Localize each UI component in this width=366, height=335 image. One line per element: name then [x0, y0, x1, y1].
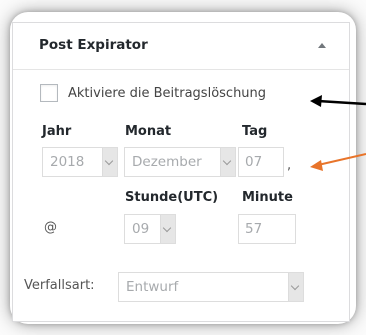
enable-expiration-row[interactable]: Aktiviere die Beitragslöschung: [40, 84, 266, 102]
minute-input[interactable]: 57: [238, 214, 296, 244]
month-select-value: Dezember: [132, 154, 202, 170]
day-header: Tag: [242, 124, 268, 139]
month-select[interactable]: Dezember: [124, 147, 236, 177]
hour-select-value: 09: [132, 221, 150, 237]
day-input-value: 07: [245, 154, 263, 170]
expiry-type-label: Verfallsart:: [24, 278, 95, 293]
collapse-triangle-icon[interactable]: [315, 39, 329, 53]
enable-expiration-checkbox[interactable]: [40, 84, 58, 102]
date-comma: ,: [287, 158, 292, 173]
screenshot-stage: Post Expirator Aktiviere die Beitragslös…: [0, 0, 366, 335]
chevron-down-icon: [102, 148, 117, 176]
expiry-type-select[interactable]: Entwurf: [118, 272, 304, 302]
expiry-type-select-value: Entwurf: [126, 279, 179, 295]
month-header: Monat: [125, 124, 172, 139]
minute-input-value: 57: [245, 221, 263, 237]
enable-expiration-label: Aktiviere die Beitragslöschung: [68, 85, 267, 101]
year-select[interactable]: 2018: [42, 147, 118, 177]
minute-header: Minute: [242, 190, 293, 205]
chevron-down-icon: [220, 148, 235, 176]
metabox-header: Post Expirator: [13, 23, 349, 70]
hour-select[interactable]: 09: [124, 214, 176, 244]
metabox-title: Post Expirator: [39, 37, 148, 53]
chevron-down-icon: [288, 273, 303, 301]
year-header: Jahr: [42, 124, 72, 139]
at-sign: @: [44, 220, 57, 235]
chevron-down-icon: [160, 215, 175, 243]
hour-header: Stunde(UTC): [125, 190, 219, 205]
day-input[interactable]: 07: [238, 147, 284, 177]
year-select-value: 2018: [50, 154, 85, 170]
